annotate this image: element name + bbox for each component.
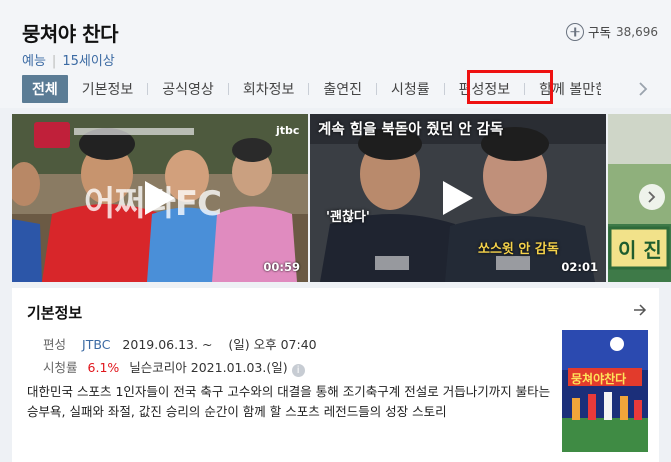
ratings-source: 닐슨코리아 (129, 360, 187, 375)
program-header: 뭉쳐야 찬다 예능 | 15세이상 구독 38,696 전체 기본정보 공식영상 회… (0, 0, 671, 108)
video-caption: 계속 힘을 북돋아 줬던 안 감독 (318, 122, 504, 138)
schedule-label: 편성 (43, 337, 67, 352)
subscriber-count: 38,696 (616, 24, 659, 39)
arrow-right-icon[interactable] (633, 303, 647, 317)
video-thumbnail[interactable]: 이 진 (608, 114, 671, 282)
program-poster[interactable]: 뭉쳐야찬다 (562, 330, 648, 452)
tab-divider (147, 83, 149, 95)
program-title[interactable]: 뭉쳐야 찬다 (22, 18, 118, 47)
tab-divider (376, 83, 377, 95)
tab-episodes[interactable]: 회차정보 (243, 75, 295, 103)
tab-all[interactable]: 전체 (22, 75, 68, 103)
tab-divider (308, 83, 310, 95)
channel-badge: jtbc (276, 124, 300, 137)
tab-divider (443, 83, 445, 95)
video-overlay-text: 쏘스윗 안 감독 (478, 242, 559, 257)
tab-schedule-highlight (467, 70, 553, 104)
video-overlay-text: '괜찮다' (326, 210, 370, 225)
basic-info-panel: 기본정보 편성 JTBC 2019.06.13. ~ (일) 오후 07:40 시청… (12, 288, 659, 462)
meta-divider: | (51, 54, 57, 69)
channel-link[interactable]: JTBC (82, 337, 110, 352)
video-duration: 02:01 (561, 260, 598, 274)
video-overlay-text: 이 진 (618, 238, 662, 262)
carousel-next-button[interactable] (639, 184, 665, 210)
subscribe-button[interactable]: 구독 38,696 (566, 22, 658, 41)
info-icon[interactable]: i (291, 364, 305, 377)
poster-image (562, 330, 648, 452)
schedule-row: 편성 JTBC 2019.06.13. ~ (일) 오후 07:40 (43, 334, 317, 353)
video-duration: 00:59 (263, 260, 300, 274)
tab-cast[interactable]: 출연진 (323, 75, 362, 103)
program-description: 대한민국 스포츠 1인자들이 전국 축구 고수와의 대결을 통해 조기축구계 전… (27, 384, 551, 419)
program-meta: 예능 | 15세이상 (22, 50, 115, 69)
genre-link[interactable]: 예능 (22, 54, 46, 69)
poster-title-text: 뭉쳐야찬다 (571, 372, 627, 386)
ratings-row: 시청률 6.1% 닐슨코리아 2021.01.03.(일) i (43, 357, 305, 377)
subscribe-label: 구독 (588, 25, 612, 40)
ratings-label: 시청률 (43, 360, 78, 375)
basic-info-title[interactable]: 기본정보 (27, 302, 82, 323)
video-thumbnail[interactable]: 어쩌다FC jtbc 00:59 (12, 114, 308, 282)
tab-basic-info[interactable]: 기본정보 (82, 75, 134, 103)
play-icon (145, 181, 175, 215)
play-icon (443, 181, 473, 215)
tab-ratings[interactable]: 시청률 (391, 75, 430, 103)
plus-icon (566, 22, 584, 41)
tab-divider (227, 83, 229, 95)
age-rating: 15세이상 (62, 54, 115, 69)
video-thumbnail[interactable]: 계속 힘을 북돋아 줬던 안 감독 '괜찮다' 쏘스윗 안 감독 02:01 (310, 114, 606, 282)
chevron-right-icon (648, 191, 656, 203)
tab-official-video[interactable]: 공식영상 (162, 75, 214, 103)
ratings-value: 6.1% (87, 360, 120, 375)
airtime: (일) 오후 07:40 (228, 337, 317, 352)
tabs-next-icon[interactable] (638, 82, 648, 96)
ratings-date: 2021.01.03.(일) (190, 360, 288, 375)
start-date: 2019.06.13. ~ (122, 337, 213, 352)
